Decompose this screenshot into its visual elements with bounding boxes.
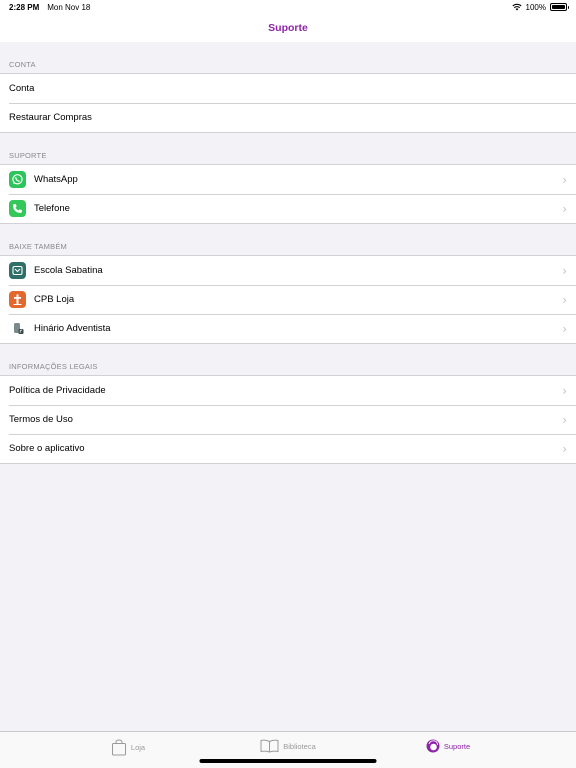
cpb-loja-app-icon [9, 291, 26, 308]
chevron-right-icon: › [562, 201, 567, 216]
row-restaurar-compras[interactable]: Restaurar Compras [0, 103, 576, 132]
battery-icon [550, 3, 569, 11]
row-label: Restaurar Compras [9, 112, 92, 123]
tab-suporte[interactable]: Suporte [368, 739, 528, 753]
status-date: Mon Nov 18 [47, 2, 91, 12]
chevron-right-icon: › [562, 321, 567, 336]
group-conta: Conta Restaurar Compras [0, 73, 576, 133]
tab-label: Loja [130, 743, 146, 752]
row-label: Termos de Uso [9, 414, 73, 425]
hinario-adventista-app-icon [9, 320, 26, 337]
wifi-icon [511, 3, 522, 11]
chevron-right-icon: › [562, 383, 567, 398]
row-label: CPB Loja [34, 294, 75, 305]
row-label: Conta [9, 83, 35, 94]
chevron-right-icon: › [562, 263, 567, 278]
navigation-bar: Suporte [0, 14, 576, 42]
tab-biblioteca[interactable]: Biblioteca [208, 739, 368, 753]
tab-loja[interactable]: Loja [48, 739, 208, 756]
row-escola-sabatina[interactable]: Escola Sabatina › [0, 256, 576, 285]
section-header-baixe-tambem: BAIXE TAMBÉM [9, 242, 67, 251]
phone-icon [9, 200, 26, 217]
row-label: Escola Sabatina [34, 265, 103, 276]
home-indicator [199, 759, 377, 763]
tab-label: Suporte [443, 741, 471, 751]
row-whatsapp[interactable]: WhatsApp › [0, 165, 576, 194]
row-label: WhatsApp [34, 174, 78, 185]
book-icon [260, 739, 279, 753]
group-suporte: WhatsApp › Telefone › [0, 164, 576, 224]
chevron-right-icon: › [562, 412, 567, 427]
row-conta[interactable]: Conta [0, 74, 576, 103]
shopping-bag-icon [111, 739, 126, 756]
row-sobre-o-aplicativo[interactable]: Sobre o aplicativo › [0, 434, 576, 463]
section-header-conta: CONTA [9, 60, 36, 69]
chevron-right-icon: › [562, 172, 567, 187]
row-label: Sobre o aplicativo [9, 443, 85, 454]
page-title: Suporte [268, 22, 308, 34]
battery-percent: 100% [525, 2, 546, 12]
status-right: 100% [511, 2, 569, 12]
group-baixe-tambem: Escola Sabatina › CPB Loja › Hinário Adv… [0, 255, 576, 344]
row-label: Hinário Adventista [34, 323, 111, 334]
row-label: Telefone [34, 203, 70, 214]
whatsapp-icon [9, 171, 26, 188]
tab-label: Biblioteca [283, 741, 316, 751]
row-cpb-loja[interactable]: CPB Loja › [0, 285, 576, 314]
status-bar: 2:28 PM Mon Nov 18 100% [0, 0, 576, 14]
row-politica-de-privacidade[interactable]: Política de Privacidade › [0, 376, 576, 405]
settings-list: CONTA Conta Restaurar Compras SUPORTE Wh… [0, 42, 576, 464]
row-label: Política de Privacidade [9, 385, 106, 396]
chevron-right-icon: › [562, 292, 567, 307]
chevron-right-icon: › [562, 441, 567, 456]
section-header-suporte: SUPORTE [9, 151, 47, 160]
escola-sabatina-app-icon [9, 262, 26, 279]
row-termos-de-uso[interactable]: Termos de Uso › [0, 405, 576, 434]
row-hinario-adventista[interactable]: Hinário Adventista › [0, 314, 576, 343]
group-informacoes-legais: Política de Privacidade › Termos de Uso … [0, 375, 576, 464]
support-agent-icon [426, 739, 440, 753]
row-telefone[interactable]: Telefone › [0, 194, 576, 223]
status-time: 2:28 PM [9, 2, 40, 12]
section-header-informacoes-legais: INFORMAÇÕES LEGAIS [9, 362, 98, 371]
